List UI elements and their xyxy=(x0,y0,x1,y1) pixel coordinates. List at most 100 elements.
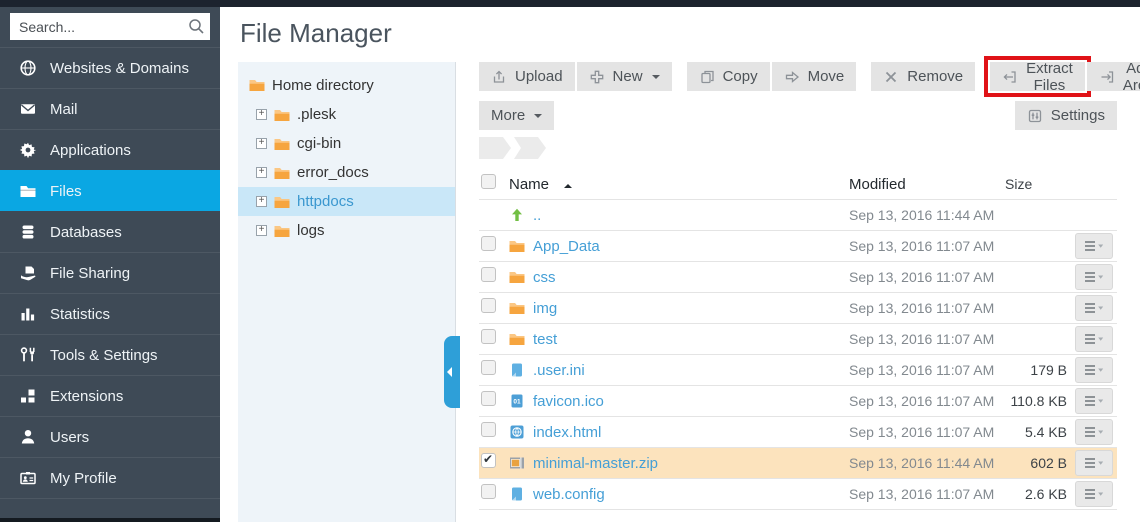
expand-plus-icon[interactable] xyxy=(256,196,267,207)
toolbar-button-label: Add to Archive xyxy=(1123,60,1140,94)
row-checkbox[interactable] xyxy=(481,484,496,499)
row-checkbox[interactable] xyxy=(481,360,496,375)
breadcrumb-item-home-directory[interactable] xyxy=(479,137,511,159)
row-actions-menu-button[interactable] xyxy=(1075,295,1113,321)
toolbar-row-1: Upload New Copy Move Remove Extract File… xyxy=(479,62,1140,91)
modified-value: Sep 13, 2016 11:07 AM xyxy=(833,269,1003,285)
row-checkbox[interactable] xyxy=(481,267,496,282)
sidebar-item-my-profile[interactable]: My Profile xyxy=(0,457,220,498)
file-link-item[interactable]: .. xyxy=(533,207,541,224)
sidebar-item-file-sharing[interactable]: File Sharing xyxy=(0,252,220,293)
settings-icon xyxy=(1027,108,1043,124)
add-to-archive-button[interactable]: Add to Archive xyxy=(1087,62,1140,91)
column-header-modified[interactable]: Modified xyxy=(833,176,1003,193)
column-header-size[interactable]: Size xyxy=(1003,176,1073,192)
copy-button[interactable]: Copy xyxy=(687,62,770,91)
file-link-test[interactable]: test xyxy=(533,331,557,348)
extract-files-button[interactable]: Extract Files xyxy=(990,62,1085,91)
file-link-app-data[interactable]: App_Data xyxy=(533,238,600,255)
expand-plus-icon[interactable] xyxy=(256,167,267,178)
sidebar-item-websites-domains[interactable]: Websites & Domains xyxy=(0,47,220,88)
breadcrumb-item-httpdocs[interactable] xyxy=(514,137,546,159)
tree-item-label: error_docs xyxy=(297,164,369,181)
file-link-minimal-master-zip[interactable]: minimal-master.zip xyxy=(533,455,658,472)
folder-icon xyxy=(249,78,265,92)
file-link-index-html[interactable]: index.html xyxy=(533,424,601,441)
modified-value: Sep 13, 2016 11:07 AM xyxy=(833,362,1003,378)
row-checkbox[interactable] xyxy=(481,329,496,344)
user-icon xyxy=(19,428,37,446)
sidebar-item-label: File Sharing xyxy=(50,265,130,282)
file-link-web-config[interactable]: web.config xyxy=(533,486,605,503)
globe-icon xyxy=(19,59,37,77)
folder-icon xyxy=(274,108,290,122)
row-checkbox[interactable] xyxy=(481,391,496,406)
row-actions-menu-button[interactable] xyxy=(1075,357,1113,383)
expand-plus-icon[interactable] xyxy=(256,225,267,236)
modified-value: Sep 13, 2016 11:07 AM xyxy=(833,300,1003,316)
tree-item-error-docs[interactable]: error_docs xyxy=(238,158,455,187)
row-actions-menu-button[interactable] xyxy=(1075,450,1113,476)
more-button[interactable]: More xyxy=(479,101,554,130)
sidebar-item-label: My Profile xyxy=(50,470,117,487)
sidebar-search xyxy=(10,13,210,40)
select-all-checkbox[interactable] xyxy=(481,174,496,189)
plus-icon xyxy=(589,69,605,85)
file-link-css[interactable]: css xyxy=(533,269,556,286)
sidebar-item-mail[interactable]: Mail xyxy=(0,88,220,129)
gear-icon xyxy=(19,141,37,159)
tree-item-home-directory[interactable]: Home directory xyxy=(238,70,455,100)
folder-open-icon xyxy=(19,182,37,200)
search-icon[interactable] xyxy=(187,17,205,35)
table-row-minimal-master-zip: minimal-master.zip Sep 13, 2016 11:44 AM… xyxy=(479,447,1117,478)
tree-item-logs[interactable]: logs xyxy=(238,216,455,245)
modified-value: Sep 13, 2016 11:07 AM xyxy=(833,424,1003,440)
sidebar-item-databases[interactable]: Databases xyxy=(0,211,220,252)
collapse-left-arrow-icon xyxy=(447,367,452,377)
file-link-img[interactable]: img xyxy=(533,300,557,317)
sidebar-item-users[interactable]: Users xyxy=(0,416,220,457)
size-value: 110.8 KB xyxy=(1003,393,1073,409)
row-checkbox[interactable] xyxy=(481,298,496,313)
tree-item-cgi-bin[interactable]: cgi-bin xyxy=(238,129,455,158)
file-icon xyxy=(509,363,525,377)
sidebar-item-label: Websites & Domains xyxy=(50,60,189,77)
settings-button-label: Settings xyxy=(1051,107,1105,124)
row-actions-menu-button[interactable] xyxy=(1075,264,1113,290)
mail-icon xyxy=(19,100,37,118)
file-link-user-ini[interactable]: .user.ini xyxy=(533,362,585,379)
size-value: 5.4 KB xyxy=(1003,424,1073,440)
row-checkbox[interactable] xyxy=(481,236,496,251)
remove-button[interactable]: Remove xyxy=(871,62,975,91)
modified-value: Sep 13, 2016 11:44 AM xyxy=(833,455,1003,471)
folder-icon xyxy=(509,239,525,253)
row-actions-menu-button[interactable] xyxy=(1075,326,1113,352)
row-checkbox[interactable] xyxy=(481,422,496,437)
row-checkbox[interactable] xyxy=(481,453,496,468)
row-actions-menu-button[interactable] xyxy=(1075,388,1113,414)
table-row-web-config: web.config Sep 13, 2016 11:07 AM 2.6 KB xyxy=(479,478,1117,509)
sidebar-item-files[interactable]: Files xyxy=(0,170,220,211)
more-button-label: More xyxy=(491,107,525,124)
expand-plus-icon[interactable] xyxy=(256,138,267,149)
row-actions-menu-button[interactable] xyxy=(1075,419,1113,445)
upload-button[interactable]: Upload xyxy=(479,62,575,91)
expand-plus-icon[interactable] xyxy=(256,109,267,120)
sidebar-item-applications[interactable]: Applications xyxy=(0,129,220,170)
move-button[interactable]: Move xyxy=(772,62,857,91)
tree-collapse-handle[interactable] xyxy=(444,336,460,408)
sidebar-item-extensions[interactable]: Extensions xyxy=(0,375,220,416)
tree-item-plesk[interactable]: .plesk xyxy=(238,100,455,129)
chart-icon xyxy=(19,305,37,323)
sidebar-item-tools-settings[interactable]: Tools & Settings xyxy=(0,334,220,375)
sidebar-item-statistics[interactable]: Statistics xyxy=(0,293,220,334)
new-button[interactable]: New xyxy=(577,62,672,91)
tree-item-httpdocs[interactable]: httpdocs xyxy=(238,187,455,216)
settings-button[interactable]: Settings xyxy=(1015,101,1117,130)
file-link-favicon-ico[interactable]: favicon.ico xyxy=(533,393,604,410)
idcard-icon xyxy=(19,469,37,487)
row-actions-menu-button[interactable] xyxy=(1075,481,1113,507)
column-header-name[interactable]: Name xyxy=(509,176,549,193)
search-input[interactable] xyxy=(10,13,210,40)
row-actions-menu-button[interactable] xyxy=(1075,233,1113,259)
